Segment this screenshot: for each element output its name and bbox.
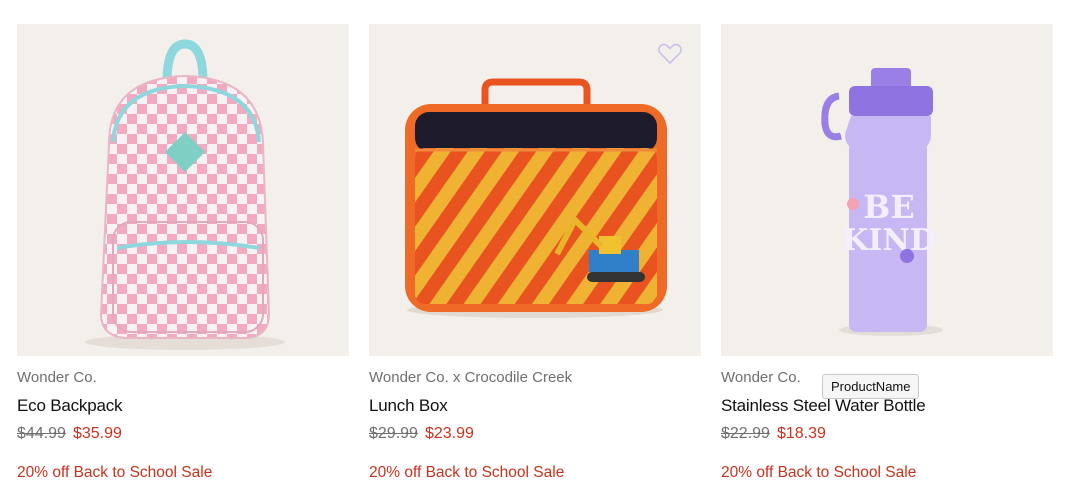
heart-outline-icon[interactable] — [657, 42, 683, 66]
product-prices: $22.99 $18.39 — [721, 424, 1053, 443]
sale-price: $35.99 — [72, 425, 122, 442]
product-card-lunch-box[interactable]: Wonder Co. x Crocodile Creek Lunch Box $… — [369, 24, 701, 482]
tooltip: ProductName — [822, 374, 920, 399]
promo-label: 20% off Back to School Sale — [17, 464, 213, 481]
product-name[interactable]: Eco Backpack — [17, 396, 349, 416]
product-image-lunch-box[interactable] — [369, 24, 701, 356]
sale-price: $18.39 — [776, 425, 826, 442]
original-price: $44.99 — [17, 425, 66, 442]
bottle-print-line2: KIND — [842, 223, 936, 258]
product-card-water-bottle[interactable]: BE KIND Wonder Co. Stainless Steel Water… — [721, 24, 1053, 482]
promo-label: 20% off Back to School Sale — [721, 464, 917, 481]
bottle-print-line1: BE — [863, 188, 914, 226]
product-name[interactable]: Stainless Steel Water Bottle — [721, 396, 1053, 416]
original-price: $22.99 — [721, 425, 770, 442]
product-prices: $29.99 $23.99 — [369, 424, 701, 443]
sale-price: $23.99 — [424, 425, 474, 442]
product-brand: Wonder Co. — [17, 369, 97, 386]
product-image-backpack[interactable] — [17, 24, 349, 356]
product-image-water-bottle[interactable]: BE KIND — [721, 24, 1053, 356]
product-brand: Wonder Co. x Crocodile Creek — [369, 369, 573, 386]
product-prices: $44.99 $35.99 — [17, 424, 349, 443]
product-name[interactable]: Lunch Box — [369, 396, 701, 416]
promo-label: 20% off Back to School Sale — [369, 464, 565, 481]
product-card-eco-backpack[interactable]: Wonder Co. Eco Backpack $44.99 $35.99 20%… — [17, 24, 349, 482]
original-price: $29.99 — [369, 425, 418, 442]
